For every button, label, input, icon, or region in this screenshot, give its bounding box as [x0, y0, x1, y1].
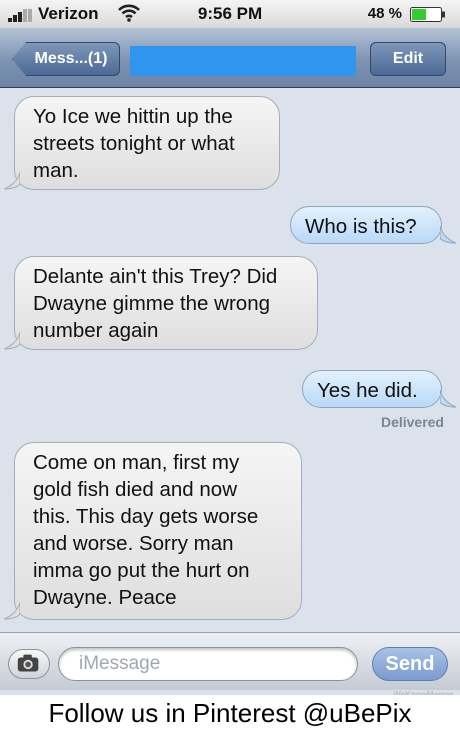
navigation-bar: Mess...(1) Edit	[0, 28, 460, 88]
incoming-message: Delante ain't this Trey? Did Dwayne gimm…	[14, 256, 318, 350]
edit-button[interactable]: Edit	[370, 42, 446, 76]
send-button[interactable]: Send	[372, 647, 448, 681]
bubble-tail-icon	[4, 602, 20, 620]
incoming-message: Come on man, first my gold fish died and…	[14, 442, 302, 620]
bubble-tail-icon	[440, 226, 456, 244]
battery-icon	[410, 7, 445, 22]
status-bar: Verizon 9:56 PM 48 %	[0, 0, 460, 28]
imessage-input[interactable]: iMessage	[58, 647, 358, 681]
outgoing-message: Who is this?	[290, 206, 442, 244]
camera-icon	[17, 654, 39, 672]
bubble-tail-icon	[4, 172, 20, 190]
bubble-tail-icon	[440, 390, 456, 408]
outgoing-message: Yes he did.	[302, 370, 442, 408]
back-to-messages-button[interactable]: Mess...(1)	[12, 42, 120, 76]
camera-button[interactable]	[8, 649, 50, 679]
incoming-message: Yo Ice we hittin up the streets tonight …	[14, 96, 280, 190]
bubble-tail-icon	[4, 332, 20, 350]
message-input-bar: iMessage Send	[0, 632, 460, 690]
battery-percent: 48 %	[367, 5, 402, 22]
redacted-contact-title	[130, 46, 356, 76]
footer-caption: Follow us in Pinterest @uBePix	[0, 695, 460, 731]
delivered-status: Delivered	[380, 414, 444, 430]
